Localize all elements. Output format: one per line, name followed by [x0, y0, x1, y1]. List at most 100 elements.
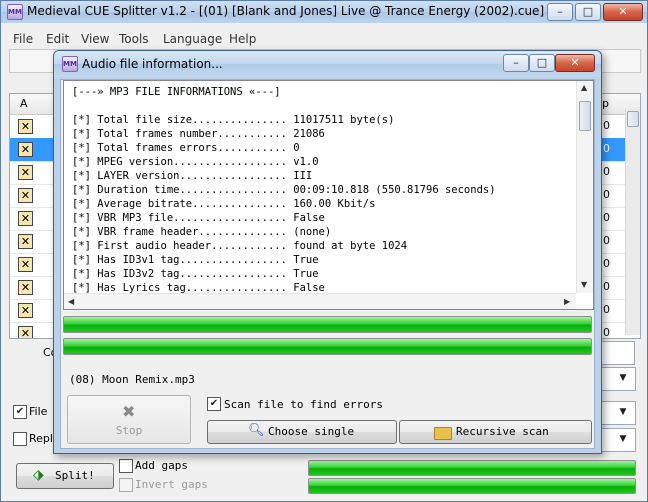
row-checkbox-icon[interactable]: ✕: [18, 280, 33, 295]
dropdown-2[interactable]: ▼: [601, 401, 636, 425]
chevron-down-icon: ▼: [619, 434, 627, 444]
dialog-title: Audio file information...: [82, 57, 223, 71]
row-checkbox-icon[interactable]: ✕: [18, 303, 33, 318]
row-checkbox-icon[interactable]: ✕: [18, 188, 33, 203]
minimize-icon[interactable]: –: [503, 54, 529, 72]
audio-info-dialog: MM Audio file information... – □ ✕ [---»…: [53, 50, 602, 454]
info-line: [*] MPEG version.................. v1.0: [72, 156, 319, 168]
row-checkbox-icon[interactable]: ✕: [18, 257, 33, 272]
row-value: 0: [603, 303, 610, 316]
info-line: [*] Has ID3v2 tag................. True: [72, 268, 319, 280]
row-value: 0: [603, 234, 610, 247]
choose-single-button[interactable]: 🔍︎ Choose single: [207, 420, 397, 444]
row-value: 0: [603, 119, 610, 132]
row-value: 0: [603, 165, 610, 178]
info-line: [*] Total file size............... 11017…: [72, 114, 395, 126]
add-gaps-checkbox[interactable]: [119, 459, 133, 473]
info-line: [72, 99, 572, 113]
recursive-scan-label: Recursive scan: [456, 425, 549, 438]
scroll-up-icon[interactable]: ▲: [581, 83, 587, 92]
scrollbar-thumb[interactable]: [579, 101, 591, 131]
row-value: 0: [603, 280, 610, 293]
info-line: [*] Total frames errors........... 0: [72, 142, 300, 154]
row-checkbox-icon[interactable]: ✕: [18, 119, 33, 134]
close-icon[interactable]: ✕: [603, 3, 643, 21]
row-value: 0: [603, 257, 610, 270]
row-value: 0: [603, 142, 610, 155]
choose-single-label: Choose single: [268, 425, 355, 438]
main-progress-2: [308, 478, 636, 494]
stop-button: ✖ Stop: [67, 395, 191, 444]
file-info-textbox[interactable]: [---» MP3 FILE INFORMATIONS «---] [*] To…: [63, 80, 594, 310]
menu-help[interactable]: Help: [229, 32, 256, 46]
scroll-left-icon[interactable]: ◀: [68, 297, 74, 306]
file-checkbox[interactable]: ✔: [13, 405, 27, 419]
menu-language[interactable]: Language: [163, 32, 222, 46]
row-checkbox-icon[interactable]: ✕: [18, 234, 33, 249]
info-line: [*] Duration time................. 00:09…: [72, 184, 496, 196]
dialog-title-bar: MM Audio file information... – □ ✕: [54, 51, 601, 77]
info-line: [*] Total frames number........... 21086: [72, 128, 325, 140]
info-line: [*] First audio header............ found…: [72, 240, 408, 252]
magnifier-icon: 🔍︎: [248, 423, 265, 438]
menu-file[interactable]: File: [13, 32, 33, 46]
scan-errors-checkbox[interactable]: ✔: [207, 397, 221, 411]
stop-x-icon: ✖: [122, 402, 136, 421]
text-field-right[interactable]: [601, 341, 635, 365]
close-icon[interactable]: ✕: [555, 54, 595, 72]
column-header-a[interactable]: A: [20, 97, 28, 110]
split-button[interactable]: ⬗ Split!: [16, 463, 114, 489]
row-checkbox-icon[interactable]: ✕: [18, 165, 33, 180]
info-line: [*] VBR frame header.............. (none…: [72, 226, 332, 238]
app-icon: MM: [7, 4, 23, 20]
menu-view[interactable]: View: [81, 32, 109, 46]
invert-gaps-label: Invert gaps: [135, 478, 208, 491]
row-checkbox-icon[interactable]: ✕: [18, 142, 33, 157]
stop-button-label: Stop: [115, 424, 143, 437]
info-line: [*] Has ID3v1 tag................. True: [72, 254, 319, 266]
recursive-scan-button[interactable]: Recursive scan: [399, 420, 592, 444]
app-icon: MM: [62, 56, 78, 72]
main-window-title: Medieval CUE Splitter v1.2 - [(01) [Blan…: [27, 4, 545, 18]
scan-errors-label: Scan file to find errors: [224, 398, 383, 411]
row-value: 0: [603, 326, 610, 339]
maximize-icon[interactable]: □: [575, 3, 601, 21]
info-line: [---» MP3 FILE INFORMATIONS «---]: [72, 86, 281, 98]
row-value: 0: [603, 211, 610, 224]
row-value: 0: [603, 188, 610, 201]
menu-bar: File Edit View Tools Language Help: [1, 29, 647, 49]
info-line: [*] VBR MP3 file.................. False: [72, 212, 325, 224]
file-checkbox-label: File: [29, 405, 48, 418]
repl-checkbox-label: Repl: [29, 432, 53, 445]
folder-icon: [434, 427, 452, 440]
row-checkbox-icon[interactable]: ✕: [18, 211, 33, 226]
column-header-p[interactable]: p: [602, 97, 609, 110]
main-title-bar: MM Medieval CUE Splitter v1.2 - [(01) [B…: [1, 1, 647, 23]
info-horizontal-scrollbar[interactable]: ◀ ▶: [64, 293, 576, 309]
menu-edit[interactable]: Edit: [46, 32, 69, 46]
dropdown-1[interactable]: ▼: [601, 367, 636, 391]
scrollbar-thumb[interactable]: [627, 111, 639, 127]
file-info-lines: [---» MP3 FILE INFORMATIONS «---] [*] To…: [72, 85, 572, 295]
minimize-icon[interactable]: –: [547, 3, 573, 21]
info-line: [*] Average bitrate............... 160.0…: [72, 198, 376, 210]
info-line: [*] LAYER version................. III: [72, 170, 313, 182]
scan-progress-2: [63, 338, 592, 355]
main-progress-1: [308, 460, 636, 476]
dialog-body: [---» MP3 FILE INFORMATIONS «---] [*] To…: [60, 79, 595, 449]
menu-tools[interactable]: Tools: [119, 32, 149, 46]
chevron-down-icon: ▼: [619, 373, 627, 383]
repl-checkbox[interactable]: [13, 432, 27, 446]
scroll-down-icon[interactable]: ▼: [581, 280, 587, 289]
add-gaps-label: Add gaps: [135, 459, 188, 472]
track-list-scrollbar[interactable]: [625, 109, 640, 335]
row-checkbox-icon[interactable]: ✕: [18, 326, 33, 338]
split-button-label: Split!: [55, 469, 95, 482]
dropdown-3[interactable]: ▼: [601, 428, 636, 452]
info-vertical-scrollbar[interactable]: ▲ ▼: [576, 81, 593, 293]
scroll-right-icon[interactable]: ▶: [564, 297, 570, 306]
maximize-icon[interactable]: □: [529, 54, 555, 72]
split-icon: ⬗: [33, 467, 44, 483]
invert-gaps-checkbox: [119, 478, 133, 492]
chevron-down-icon: ▼: [619, 407, 627, 417]
